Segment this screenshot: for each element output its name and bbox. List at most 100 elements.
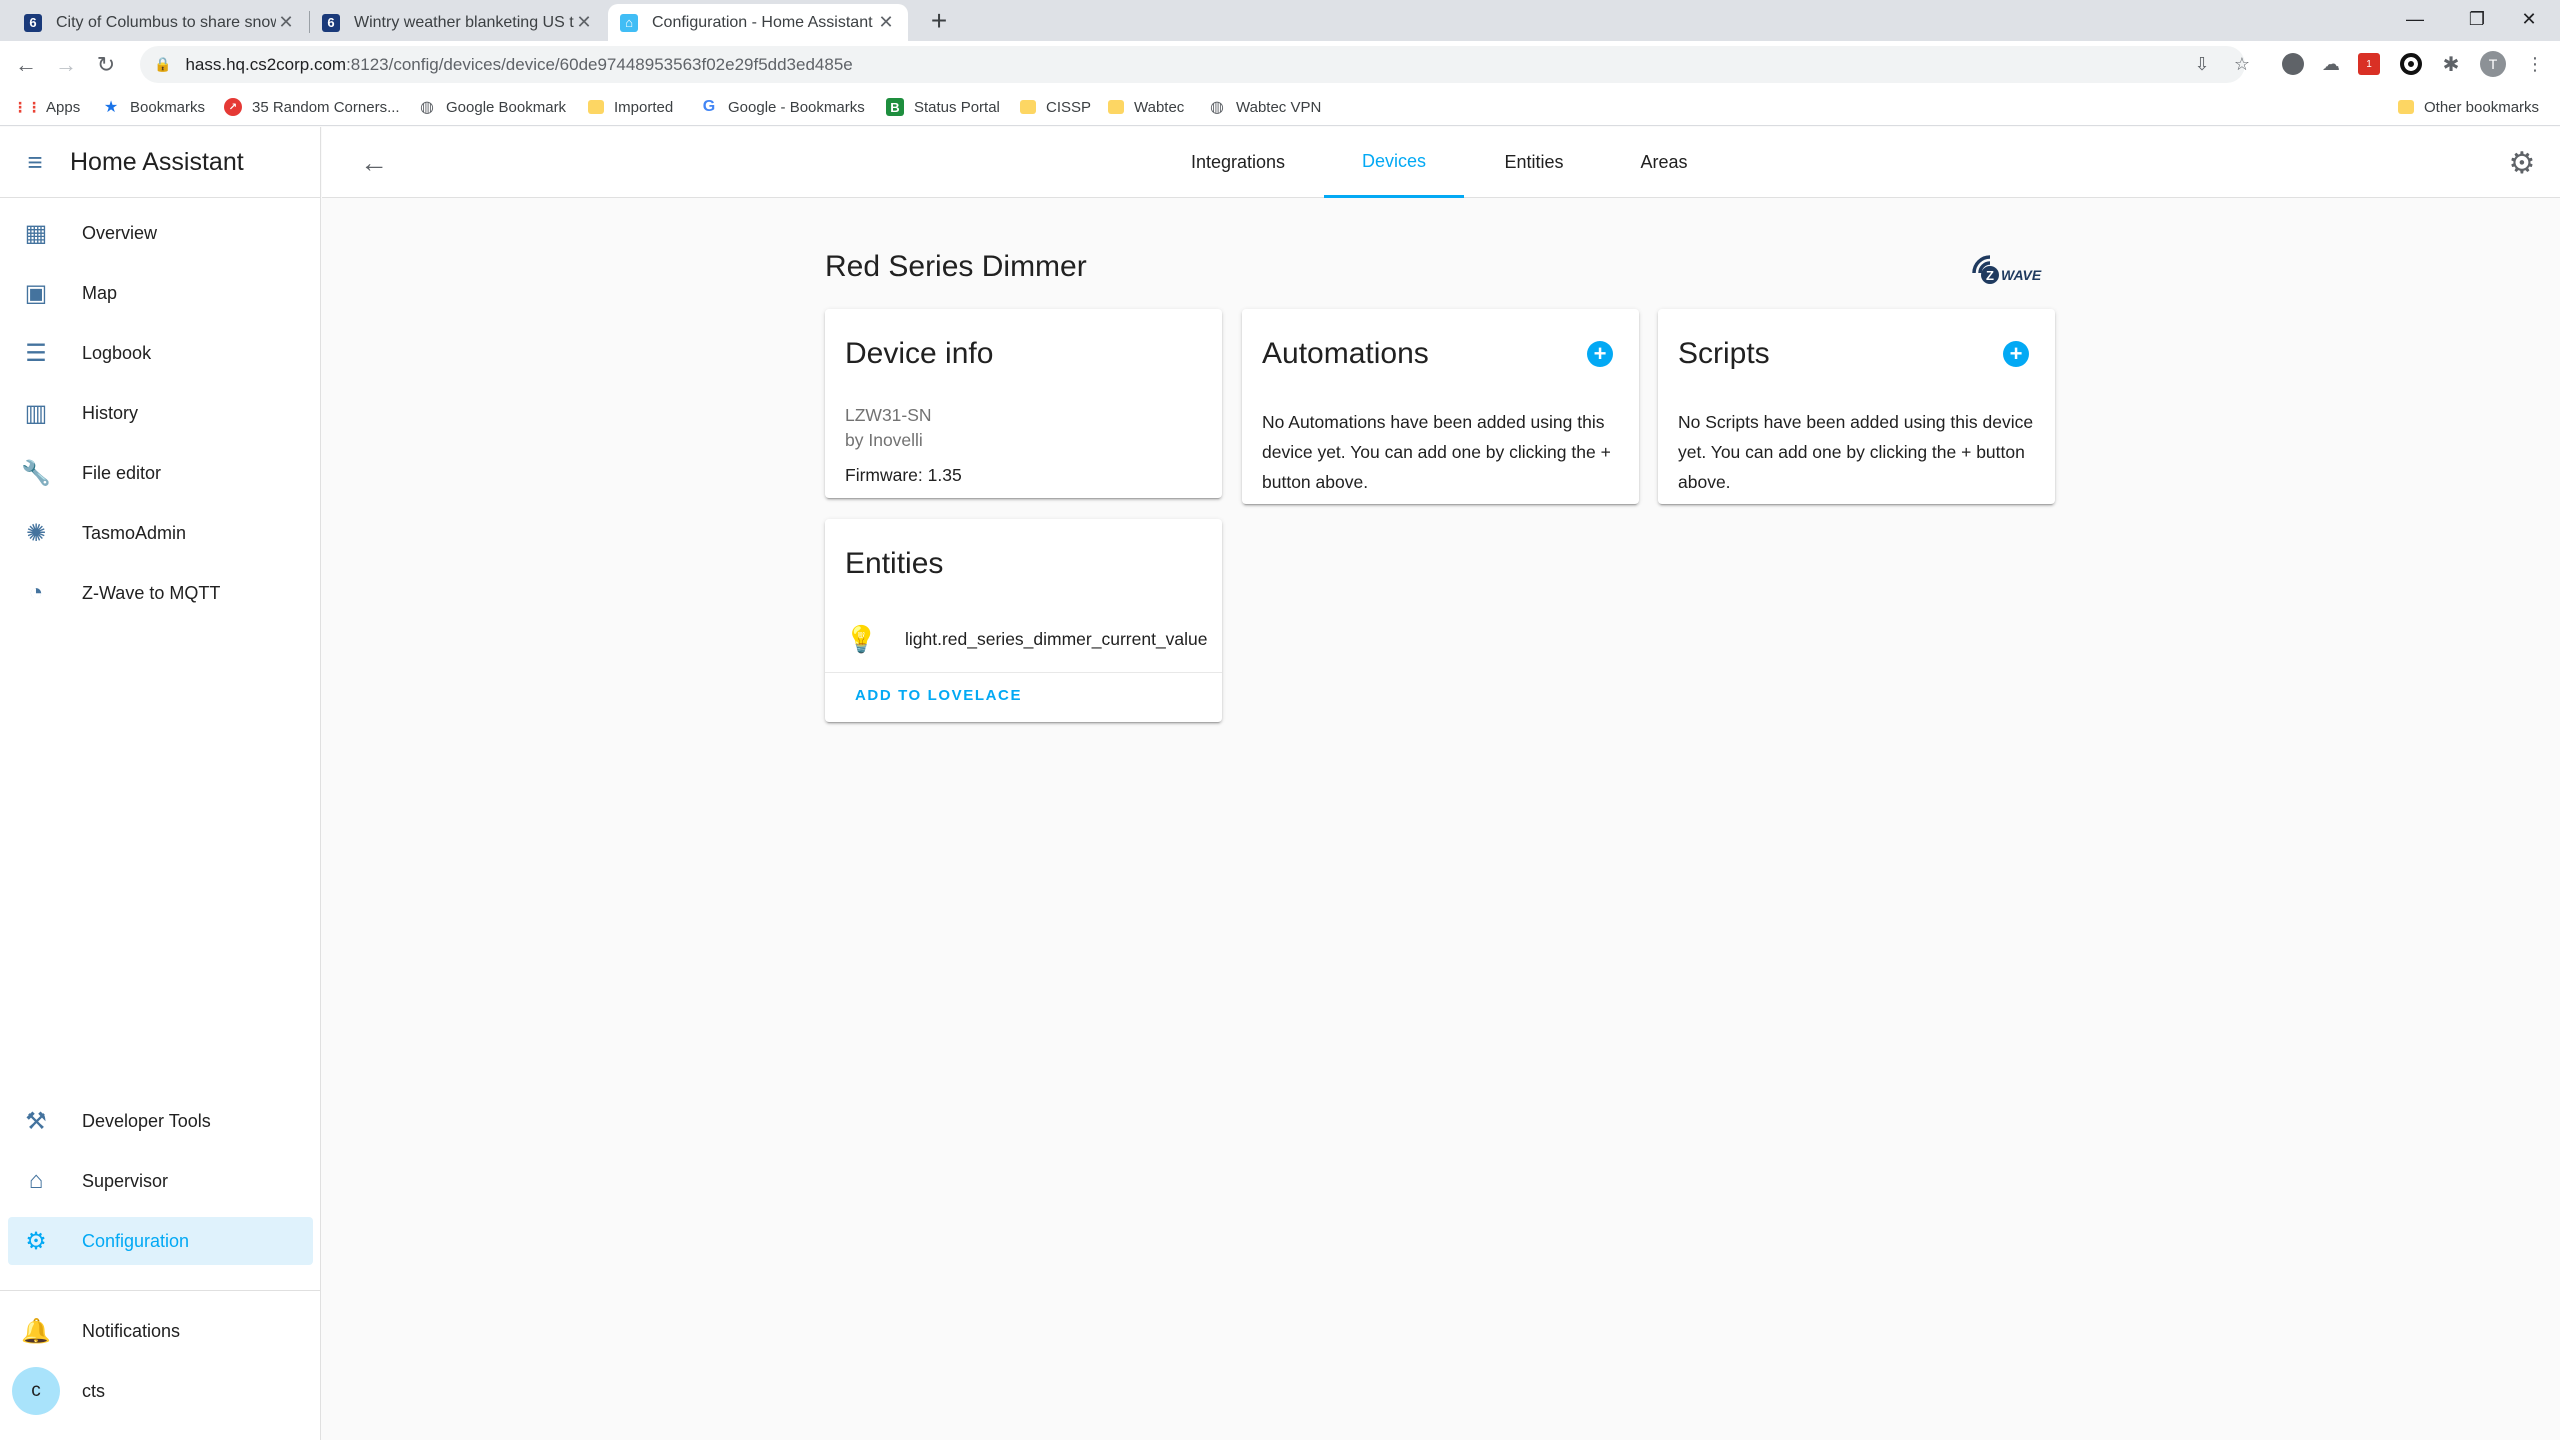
sidebar-item-overview[interactable]: ▦ Overview — [8, 209, 313, 257]
apps-grid-icon: ⋮⋮ — [13, 98, 41, 115]
bookmark-bookmarks[interactable]: ★ Bookmarks — [102, 88, 205, 126]
entity-id: light.red_series_dimmer_current_value — [905, 628, 1208, 649]
bookmark-label: Bookmarks — [130, 98, 206, 116]
browser-tab-active[interactable]: ⌂ Configuration - Home Assistant ✕ — [608, 4, 908, 41]
dashboard-icon: ▦ — [24, 219, 48, 247]
folder-icon — [1108, 100, 1124, 114]
zwave-logo: Z WAVE — [1968, 247, 2058, 287]
extension-ring-icon[interactable] — [2400, 53, 2422, 75]
sidebar-item-label: Z-Wave to MQTT — [82, 582, 221, 603]
bookmark-label: Google Bookmark — [446, 98, 567, 116]
browser-toolbar: ← → ↻ 🔒 hass.hq.cs2corp.com:8123/config/… — [0, 41, 2560, 88]
window-close-button[interactable]: ✕ — [2498, 0, 2560, 38]
extension-circle-icon[interactable] — [2282, 53, 2304, 75]
bookmark-apps[interactable]: ⋮⋮ Apps — [13, 88, 80, 126]
reload-icon[interactable]: ↻ — [90, 49, 122, 81]
address-bar[interactable]: 🔒 hass.hq.cs2corp.com:8123/config/device… — [140, 46, 2245, 83]
bookmark-label: Wabtec — [1134, 98, 1185, 116]
folder-icon — [1020, 100, 1036, 114]
menu-collapse-icon[interactable]: ≡ — [0, 147, 70, 178]
bookmark-wabtec-vpn[interactable]: ◍ Wabtec VPN — [1208, 88, 1321, 126]
sidebar-item-label: Map — [82, 282, 118, 303]
device-info-card: Device info LZW31-SN by Inovelli Firmwar… — [825, 309, 1222, 498]
bookmark-status-portal[interactable]: B Status Portal — [886, 88, 1000, 126]
bookmark-other-bookmarks[interactable]: Other bookmarks — [2398, 88, 2539, 126]
sidebar-item-logbook[interactable]: ☰ Logbook — [8, 329, 313, 377]
new-tab-button[interactable]: + — [922, 4, 956, 38]
google-icon: G — [702, 98, 716, 115]
url-path: :8123/config/devices/device/60de97448953… — [346, 54, 853, 74]
sidebar-item-tasmoadmin[interactable]: ✺ TasmoAdmin — [8, 509, 313, 557]
extension-badge-icon[interactable]: 1 — [2358, 53, 2380, 75]
back-arrow-icon[interactable]: ← — [10, 49, 42, 81]
puzzle-icon[interactable]: ✱ — [2440, 53, 2462, 76]
install-app-icon[interactable]: ⇩ — [2187, 49, 2217, 79]
bookmark-google-bookmarks[interactable]: G Google - Bookmarks — [700, 88, 865, 126]
map-icon: ▣ — [24, 279, 48, 307]
bookmark-wabtec[interactable]: Wabtec — [1108, 88, 1184, 126]
tab-entities[interactable]: Entities — [1464, 127, 1604, 198]
card-actions: ADD TO LOVELACE — [825, 672, 1222, 722]
folder-icon — [588, 100, 604, 114]
add-automation-button[interactable]: + — [1587, 341, 1613, 367]
back-arrow-icon[interactable]: ← — [356, 145, 392, 181]
sidebar-divider — [0, 1290, 320, 1291]
bookmark-cissp[interactable]: CISSP — [1020, 88, 1091, 126]
bookmark-random-corners[interactable]: ↗ 35 Random Corners... — [224, 88, 400, 126]
sidebar-item-file-editor[interactable]: 🔧 File editor — [8, 449, 313, 497]
sidebar-item-label: Notifications — [82, 1320, 181, 1341]
forward-arrow-icon[interactable]: → — [50, 49, 82, 81]
bell-icon: 🔔 — [21, 1317, 51, 1345]
entities-card: Entities 💡 light.red_series_dimmer_curre… — [825, 519, 1222, 722]
sidebar-item-developer-tools[interactable]: ⚒ Developer Tools — [8, 1097, 313, 1145]
sidebar-item-map[interactable]: ▣ Map — [8, 269, 313, 317]
list-icon: ☰ — [25, 339, 47, 367]
sidebar-item-zwave-to-mqtt[interactable]: ◔ Z-Wave to MQTT — [8, 569, 313, 617]
gear-icon[interactable]: ⚙ — [2504, 145, 2540, 181]
page-title: Red Series Dimmer — [825, 250, 1087, 283]
minimize-button[interactable]: — — [2384, 0, 2446, 38]
sidebar-item-history[interactable]: ▥ History — [8, 389, 313, 437]
device-model: LZW31-SN — [845, 405, 932, 425]
sidebar-item-label: History — [82, 402, 139, 423]
close-icon[interactable]: ✕ — [574, 12, 594, 33]
sidebar-header: ≡ Home Assistant — [0, 127, 320, 198]
close-icon[interactable]: ✕ — [876, 12, 896, 33]
lock-icon: 🔒 — [154, 56, 172, 72]
tab-areas[interactable]: Areas — [1594, 127, 1734, 198]
card-title: Automations — [1262, 337, 1429, 370]
sidebar-item-label: Developer Tools — [82, 1110, 211, 1131]
hammer-icon: ⚒ — [25, 1107, 47, 1135]
browser-tab[interactable]: 6 Wintry weather blanketing US to ✕ — [310, 4, 606, 41]
sidebar-item-profile[interactable]: c cts — [8, 1367, 313, 1415]
extension-cloud-icon[interactable]: ☁ — [2320, 53, 2342, 75]
add-script-button[interactable]: + — [2003, 341, 2029, 367]
scripts-card: Scripts + No Scripts have been added usi… — [1658, 309, 2055, 504]
device-manufacturer: by Inovelli — [845, 430, 923, 450]
chart-icon: ▥ — [24, 399, 48, 427]
bookmark-imported[interactable]: Imported — [588, 88, 673, 126]
star-icon[interactable]: ☆ — [2227, 49, 2257, 79]
config-toolbar: ← Integrations Devices Entities Areas ⚙ — [322, 127, 2560, 198]
sidebar-item-configuration[interactable]: ⚙ Configuration — [8, 1217, 313, 1265]
close-icon[interactable]: ✕ — [276, 12, 296, 33]
add-to-lovelace-button[interactable]: ADD TO LOVELACE — [855, 687, 1022, 704]
device-details: LZW31-SN by Inovelli Firmware: 1.35 — [845, 403, 1202, 488]
tab-integrations[interactable]: Integrations — [1168, 127, 1308, 198]
tab-title: Wintry weather blanketing US to — [354, 13, 574, 31]
wrench-icon: 🔧 — [21, 459, 51, 487]
browser-tab[interactable]: 6 City of Columbus to share snow c ✕ — [12, 4, 308, 41]
sidebar-item-notifications[interactable]: 🔔 Notifications — [8, 1307, 313, 1355]
tab-devices[interactable]: Devices — [1324, 127, 1464, 198]
sidebar-item-supervisor[interactable]: ⌂ Supervisor — [8, 1157, 313, 1205]
sidebar-item-label: Configuration — [82, 1230, 190, 1251]
folder-icon — [2398, 100, 2414, 114]
more-vertical-icon[interactable]: ⋮ — [2520, 49, 2550, 79]
news-favicon-icon: 6 — [24, 13, 42, 32]
zwave-logo-letter: Z — [1986, 268, 1994, 283]
sidebar-item-label: Overview — [82, 222, 158, 243]
bookmark-google-bookmark[interactable]: ◍ Google Bookmark — [418, 88, 566, 126]
app-title: Home Assistant — [70, 147, 244, 176]
list-item[interactable]: 💡 light.red_series_dimmer_current_value — [845, 619, 1208, 659]
profile-avatar-icon[interactable]: T — [2480, 51, 2506, 77]
